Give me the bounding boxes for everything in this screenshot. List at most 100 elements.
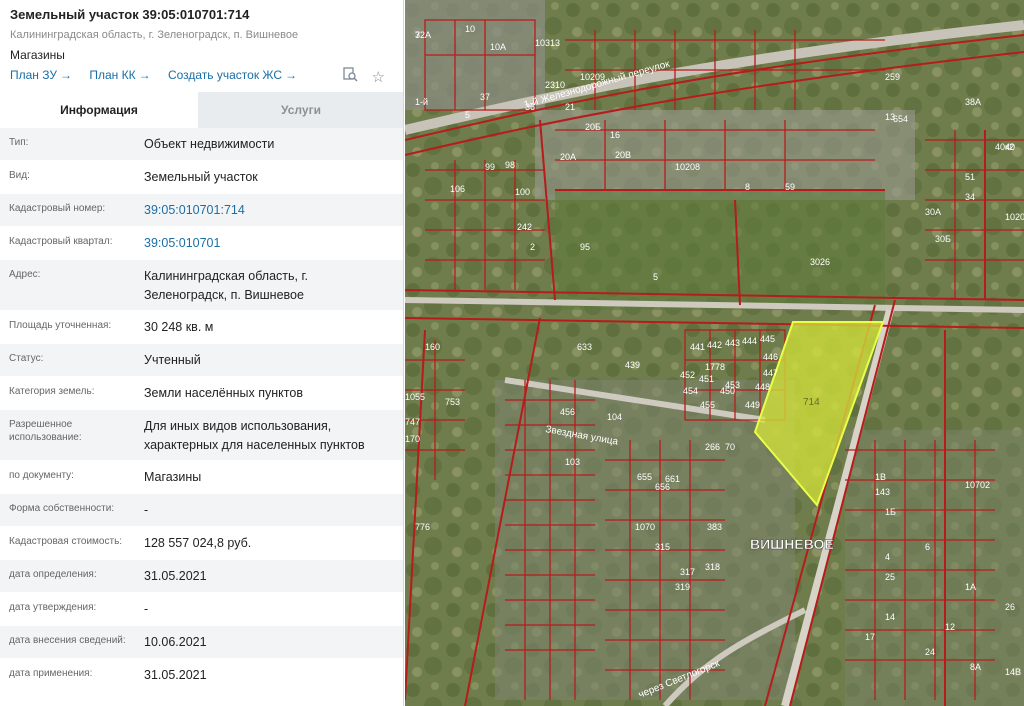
info-label: дата применения:	[9, 668, 93, 679]
parcel-number: 24	[925, 647, 935, 657]
tab-services[interactable]: Услуги	[198, 92, 403, 128]
info-panel: Земельный участок 39:05:010701:714 Калин…	[0, 0, 404, 706]
info-label: Адрес:	[9, 269, 41, 280]
info-label: дата определения:	[9, 569, 97, 580]
parcel-number: 442	[707, 340, 722, 350]
info-row: Статус: Учтенный	[0, 344, 403, 377]
parcel-number: 444	[742, 336, 757, 346]
parcel-number: 452	[680, 370, 695, 380]
parcel-number: 656	[655, 482, 670, 492]
green-field	[555, 190, 885, 310]
parcel-number: 95	[580, 242, 590, 252]
panel-header: Земельный участок 39:05:010701:714 Калин…	[0, 0, 403, 88]
parcel-number: 25	[885, 572, 895, 582]
parcel-number: 454	[683, 386, 698, 396]
parcel-number: 317	[680, 567, 695, 577]
parcel-number: 36	[525, 102, 535, 112]
parcel-number: 14В	[1005, 667, 1021, 677]
parcel-number: 8А	[970, 662, 981, 672]
parcel-number: 1Б	[885, 507, 896, 517]
map-canvas[interactable]: 714 ВИШНЕВОЕ 1-й Железнодорожный переуло…	[405, 0, 1024, 706]
parcel-number: 448	[755, 382, 770, 392]
info-label: Вид:	[9, 170, 30, 181]
parcel-number: 3026	[810, 257, 830, 267]
parcel-number: 439	[625, 360, 640, 370]
parcel-number: 5	[653, 272, 658, 282]
arrow-right-icon: →	[138, 68, 151, 82]
parcel-number: 747	[405, 417, 420, 427]
parcel-number: 40к2	[995, 142, 1014, 152]
info-row: дата определения: 31.05.2021	[0, 560, 403, 593]
info-label: Форма собственности:	[9, 503, 115, 514]
parcel-number: 1055	[405, 392, 425, 402]
parcel-number: 1778	[705, 362, 725, 372]
parcel-number: 100	[515, 187, 530, 197]
parcel-number: 16	[610, 130, 620, 140]
parcel-number: 21	[565, 102, 575, 112]
info-value: 31.05.2021	[144, 668, 207, 682]
info-label: Разрешенное использование:	[9, 419, 82, 443]
info-label: дата внесения сведений:	[9, 635, 126, 646]
parcel-number: 654	[893, 114, 908, 124]
parcel-number: 446	[763, 352, 778, 362]
info-row: по документу: Магазины	[0, 461, 403, 494]
info-label: по документу:	[9, 470, 74, 481]
parcel-number: 7	[415, 30, 420, 40]
search-document-icon[interactable]	[343, 67, 358, 86]
parcel-number: 453	[725, 380, 740, 390]
parcel-number: 10702	[965, 480, 990, 490]
parcel-number: 5	[465, 110, 470, 120]
parcel-number: 98	[505, 160, 515, 170]
cadastral-map[interactable]: 714 ВИШНЕВОЕ 1-й Железнодорожный переуло…	[405, 0, 1024, 706]
info-label: Кадастровый номер:	[9, 203, 106, 214]
parcel-address: Калининградская область, г. Зеленоградск…	[10, 29, 299, 41]
parcel-number: 456	[560, 407, 575, 417]
info-value: Калининградская область, г. Зеленоградск…	[144, 269, 308, 302]
info-row: Кадастровая стоимость: 128 557 024,8 руб.	[0, 527, 403, 560]
info-value-link[interactable]: 39:05:010701:714	[144, 201, 394, 220]
plan-kk-link[interactable]: План КК →	[89, 68, 150, 82]
info-value: Для иных видов использования, характерны…	[144, 419, 365, 452]
parcel-number: 10313	[535, 38, 560, 48]
parcel-number: 10209	[580, 72, 605, 82]
star-icon[interactable]: ☆	[372, 68, 385, 86]
info-value: 10.06.2021	[144, 635, 207, 649]
parcel-title: Земельный участок 39:05:010701:714	[10, 7, 250, 22]
parcel-number: 753	[445, 397, 460, 407]
parcel-number: 441	[690, 342, 705, 352]
parcel-number: 447	[763, 368, 778, 378]
parcel-number: 266	[705, 442, 720, 452]
plan-zu-label: План ЗУ	[10, 68, 57, 82]
parcel-number: 1-й	[415, 97, 428, 107]
info-value: Земли населённых пунктов	[144, 386, 303, 400]
create-parcel-link[interactable]: Создать участок ЖС →	[168, 68, 297, 82]
info-value-link[interactable]: 39:05:010701	[144, 234, 394, 253]
info-row: Вид: Земельный участок	[0, 161, 403, 194]
tab-information[interactable]: Информация	[0, 92, 198, 128]
parcel-number: 99	[485, 162, 495, 172]
info-row: Кадастровый номер: 39:05:010701:714	[0, 194, 403, 227]
tab-bar: Информация Услуги	[0, 92, 403, 128]
parcel-number: 318	[705, 562, 720, 572]
info-label: Площадь уточненная:	[9, 320, 112, 331]
parcel-number: 8	[745, 182, 750, 192]
parcel-number: 4	[885, 552, 890, 562]
parcel-number: 655	[637, 472, 652, 482]
parcel-number: 449	[745, 400, 760, 410]
parcel-number: 10208	[675, 162, 700, 172]
info-row: дата утверждения: -	[0, 593, 403, 626]
parcel-number: 10206	[1005, 212, 1024, 222]
parcel-number: 38А	[965, 97, 981, 107]
plan-zu-link[interactable]: План ЗУ →	[10, 68, 72, 82]
selected-parcel-label: 714	[803, 397, 820, 408]
parcel-number: 451	[699, 374, 714, 384]
parcel-number: 37	[480, 92, 490, 102]
info-value: -	[144, 503, 149, 517]
parcel-number: 30А	[925, 207, 941, 217]
info-value: Земельный участок	[144, 170, 258, 184]
info-row: Форма собственности: -	[0, 494, 403, 527]
header-icons: ☆	[333, 67, 385, 86]
parcel-number: 34	[965, 192, 975, 202]
parcel-purpose: Магазины	[10, 48, 65, 62]
parcel-number: 383	[707, 522, 722, 532]
